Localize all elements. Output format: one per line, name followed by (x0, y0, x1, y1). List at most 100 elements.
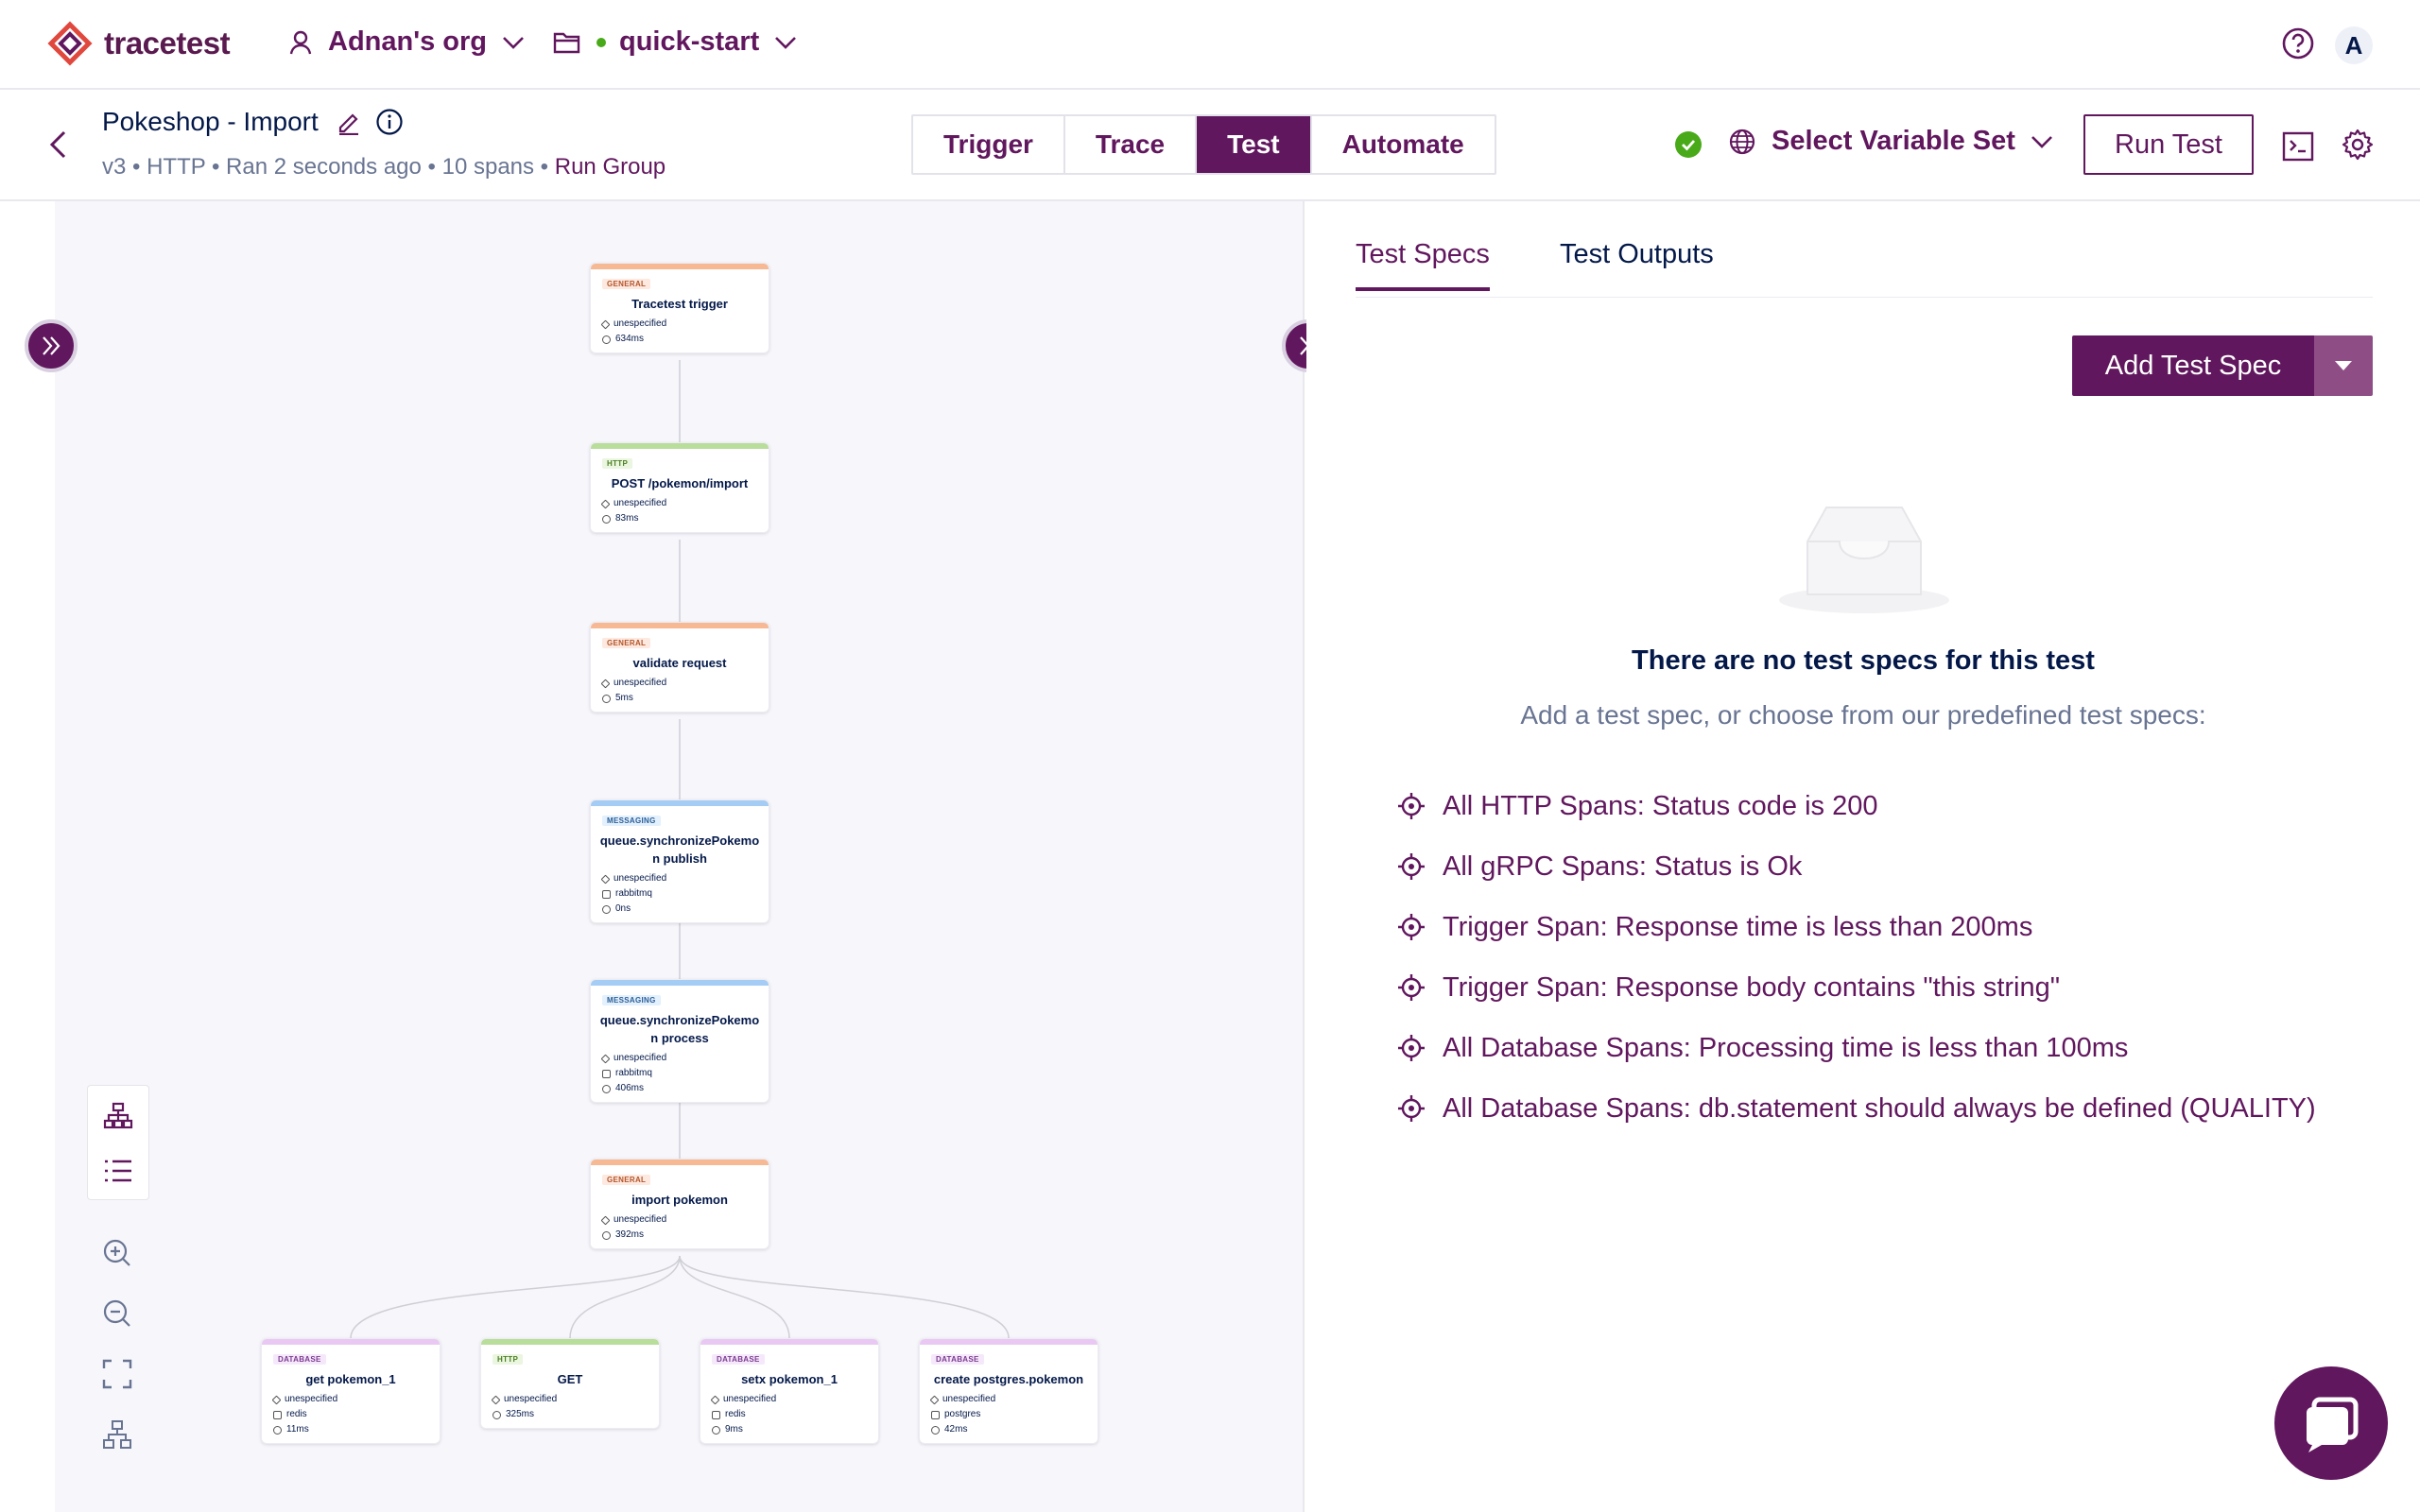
span-duration: 392ms (615, 1229, 645, 1240)
span-system-row: unespecified (262, 1392, 440, 1407)
span-duration-row: 406ms (591, 1081, 769, 1096)
predefined-spec-list: All HTTP Spans: Status code is 200 All gR… (1397, 776, 2316, 1139)
environment-selector[interactable]: quick-start (553, 26, 797, 58)
predefined-spec-item[interactable]: All HTTP Spans: Status code is 200 (1397, 776, 2316, 836)
clock-icon (602, 694, 611, 703)
span-name: setx pokemon_1 (741, 1372, 838, 1386)
span-type-badge: HTTP (493, 1354, 524, 1365)
predefined-spec-item[interactable]: All gRPC Spans: Status is Ok (1397, 836, 2316, 897)
clock-icon (602, 1230, 611, 1240)
zoom-out-button[interactable] (95, 1291, 140, 1336)
chat-launcher-button[interactable] (2274, 1366, 2388, 1480)
caret-down-icon (2335, 361, 2352, 370)
span-type-bar (591, 623, 769, 628)
span-duration-row: 0ns (591, 902, 769, 917)
span-name: queue.synchronizePokemo n publish (599, 833, 760, 866)
fullscreen-icon (102, 1359, 132, 1389)
span-system-row: unespecified (920, 1392, 1098, 1407)
edit-icon[interactable] (336, 109, 362, 135)
span-node[interactable]: GENERAL Tracetest trigger unespecified 634m… (590, 263, 769, 353)
user-avatar[interactable]: A (2335, 26, 2373, 64)
zoom-in-button[interactable] (95, 1230, 140, 1276)
tab-test-specs[interactable]: Test Specs (1356, 239, 1490, 291)
chat-icon (2307, 1397, 2359, 1452)
run-group-link[interactable]: Run Group (555, 154, 666, 180)
wrench-icon (602, 889, 611, 899)
settings-button[interactable] (2341, 128, 2375, 166)
chevron-down-icon (2031, 135, 2052, 148)
span-duration-row: 9ms (700, 1422, 878, 1437)
span-node[interactable]: DATABASE setx pokemon_1 unespecified redis 9… (700, 1338, 879, 1444)
clock-icon (602, 514, 611, 524)
predefined-spec-item[interactable]: All Database Spans: db.statement should … (1397, 1078, 2316, 1139)
span-node[interactable]: MESSAGING queue.synchronizePokemo n publi… (590, 799, 769, 923)
target-icon (1398, 974, 1425, 1001)
test-success-icon (1675, 131, 1702, 158)
system-icon (600, 679, 611, 688)
span-node[interactable]: HTTP GET unespecified 325ms (480, 1338, 660, 1429)
span-system: unespecified (285, 1394, 338, 1404)
span-system-row: unespecified (481, 1392, 659, 1407)
tab-test-outputs[interactable]: Test Outputs (1560, 239, 1714, 287)
help-button[interactable] (2281, 26, 2315, 65)
target-icon (1398, 853, 1425, 880)
wrench-icon (712, 1410, 720, 1419)
variable-set-label: Select Variable Set (1772, 126, 2015, 156)
span-service-row: redis (262, 1407, 440, 1422)
auto-layout-button[interactable] (95, 1412, 140, 1457)
span-duration: 5ms (615, 693, 633, 703)
span-type-badge: MESSAGING (602, 816, 661, 826)
predefined-spec-label: All HTTP Spans: Status code is 200 (1443, 790, 1878, 821)
span-node[interactable]: DATABASE get pokemon_1 unespecified redis 11… (261, 1338, 441, 1444)
span-type-badge: MESSAGING (602, 995, 661, 1005)
wrench-icon (602, 1069, 611, 1078)
predefined-spec-item[interactable]: Trigger Span: Response body contains "th… (1397, 957, 2316, 1018)
back-button[interactable] (47, 129, 68, 164)
brand-name: tracetest (104, 26, 231, 60)
span-node[interactable]: DATABASE create postgres.pokemon unespecif… (919, 1338, 1098, 1444)
span-system-row: unespecified (591, 1212, 769, 1228)
span-system: unespecified (614, 1053, 667, 1063)
span-type-badge: GENERAL (602, 279, 651, 289)
span-node[interactable]: HTTP POST /pokemon/import unespecified 83ms (590, 442, 769, 533)
predefined-spec-item[interactable]: Trigger Span: Response time is less than… (1397, 897, 2316, 957)
tab-trigger[interactable]: Trigger (913, 116, 1065, 173)
run-test-button[interactable]: Run Test (2083, 114, 2254, 175)
add-test-spec-dropdown[interactable] (2314, 335, 2373, 396)
chevron-down-icon (775, 36, 797, 49)
globe-icon (1729, 129, 1755, 154)
list-view-button[interactable] (88, 1144, 148, 1197)
variable-set-selector[interactable]: Select Variable Set (1728, 126, 2053, 157)
user-icon (289, 30, 312, 54)
empty-state-subtitle: Add a test spec, or choose from our pred… (1520, 700, 2206, 730)
span-service: rabbitmq (615, 1068, 652, 1078)
span-service-row: redis (700, 1407, 878, 1422)
diagram-view-button[interactable] (88, 1090, 148, 1143)
expand-left-panel-button[interactable] (25, 319, 78, 372)
add-test-spec-button[interactable]: Add Test Spec (2072, 335, 2314, 396)
span-duration: 406ms (615, 1083, 645, 1093)
span-service: redis (286, 1409, 307, 1419)
cli-button[interactable] (2282, 131, 2314, 166)
span-service-row: postgres (920, 1407, 1098, 1422)
span-node[interactable]: GENERAL import pokemon unespecified 392ms (590, 1159, 769, 1249)
org-selector[interactable]: Adnan's org (288, 26, 525, 58)
predefined-spec-item[interactable]: All Database Spans: Processing time is l… (1397, 1018, 2316, 1078)
clock-icon (602, 335, 611, 344)
test-title: Pokeshop - Import (102, 107, 319, 136)
trace-diagram-canvas[interactable]: GENERAL Tracetest trigger unespecified 634m… (55, 201, 1305, 1512)
span-duration-row: 83ms (591, 511, 769, 526)
brand-logo[interactable]: tracetest (45, 21, 231, 66)
span-node[interactable]: MESSAGING queue.synchronizePokemo n proce… (590, 979, 769, 1103)
span-name: validate request (632, 656, 727, 670)
span-name: queue.synchronizePokemo n process (599, 1013, 760, 1045)
tab-test[interactable]: Test (1197, 116, 1312, 173)
fit-view-button[interactable] (95, 1351, 140, 1397)
span-node[interactable]: GENERAL validate request unespecified 5ms (590, 622, 769, 713)
tab-trace[interactable]: Trace (1064, 116, 1198, 173)
span-system: unespecified (614, 873, 667, 884)
span-name: get pokemon_1 (305, 1372, 396, 1386)
info-icon[interactable] (375, 108, 404, 136)
tab-automate[interactable]: Automate (1311, 116, 1495, 173)
span-type-badge: GENERAL (602, 638, 651, 648)
